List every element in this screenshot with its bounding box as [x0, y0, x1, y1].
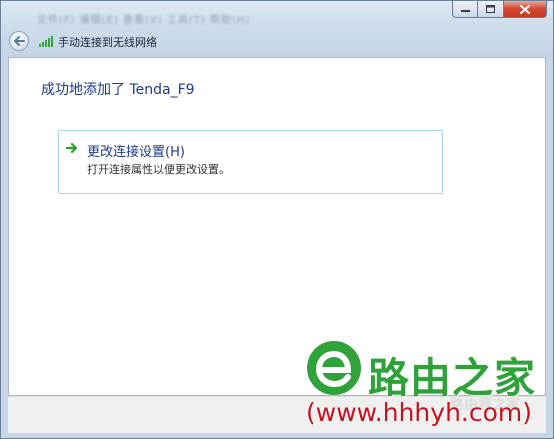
maximize-button[interactable] — [478, 1, 504, 18]
back-button[interactable] — [9, 31, 29, 51]
green-arrow-icon — [66, 142, 78, 154]
minimize-icon — [460, 10, 470, 12]
title-bar: 文件(F) 编辑(E) 查看(V) 工具(T) 帮助(H) 手动连接到无线网络 — [1, 1, 553, 57]
maximize-icon — [486, 5, 495, 13]
wireless-signal-icon — [39, 36, 53, 47]
minimize-button[interactable] — [452, 1, 478, 18]
close-icon — [520, 4, 530, 14]
change-settings-link[interactable]: 更改连接设置(H) 打开连接属性以便更改设置。 — [58, 130, 443, 194]
e-logo-icon — [307, 341, 361, 395]
blurred-menu-text: 文件(F) 编辑(E) 查看(V) 工具(T) 帮助(H) — [37, 15, 251, 26]
change-settings-description: 打开连接属性以便更改设置。 — [87, 163, 230, 176]
back-arrow-icon — [14, 36, 25, 46]
window-title: 手动连接到无线网络 — [58, 36, 157, 49]
caption-buttons — [452, 1, 547, 18]
success-message: 成功地添加了 Tenda_F9 — [41, 82, 195, 98]
watermark: 路由之家 路由器之家 (www.hhhyh.com) — [300, 338, 554, 439]
watermark-url: (www.hhhyh.com) — [306, 398, 533, 427]
change-settings-label[interactable]: 更改连接设置(H) — [87, 141, 185, 160]
close-button[interactable] — [504, 1, 547, 18]
